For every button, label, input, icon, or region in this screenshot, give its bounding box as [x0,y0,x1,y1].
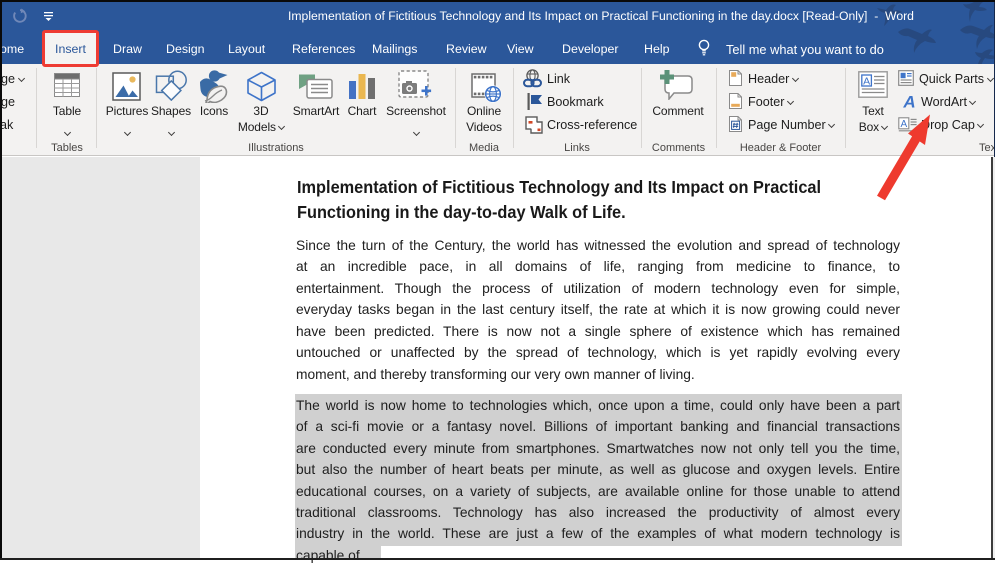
svg-text:A: A [863,75,870,87]
